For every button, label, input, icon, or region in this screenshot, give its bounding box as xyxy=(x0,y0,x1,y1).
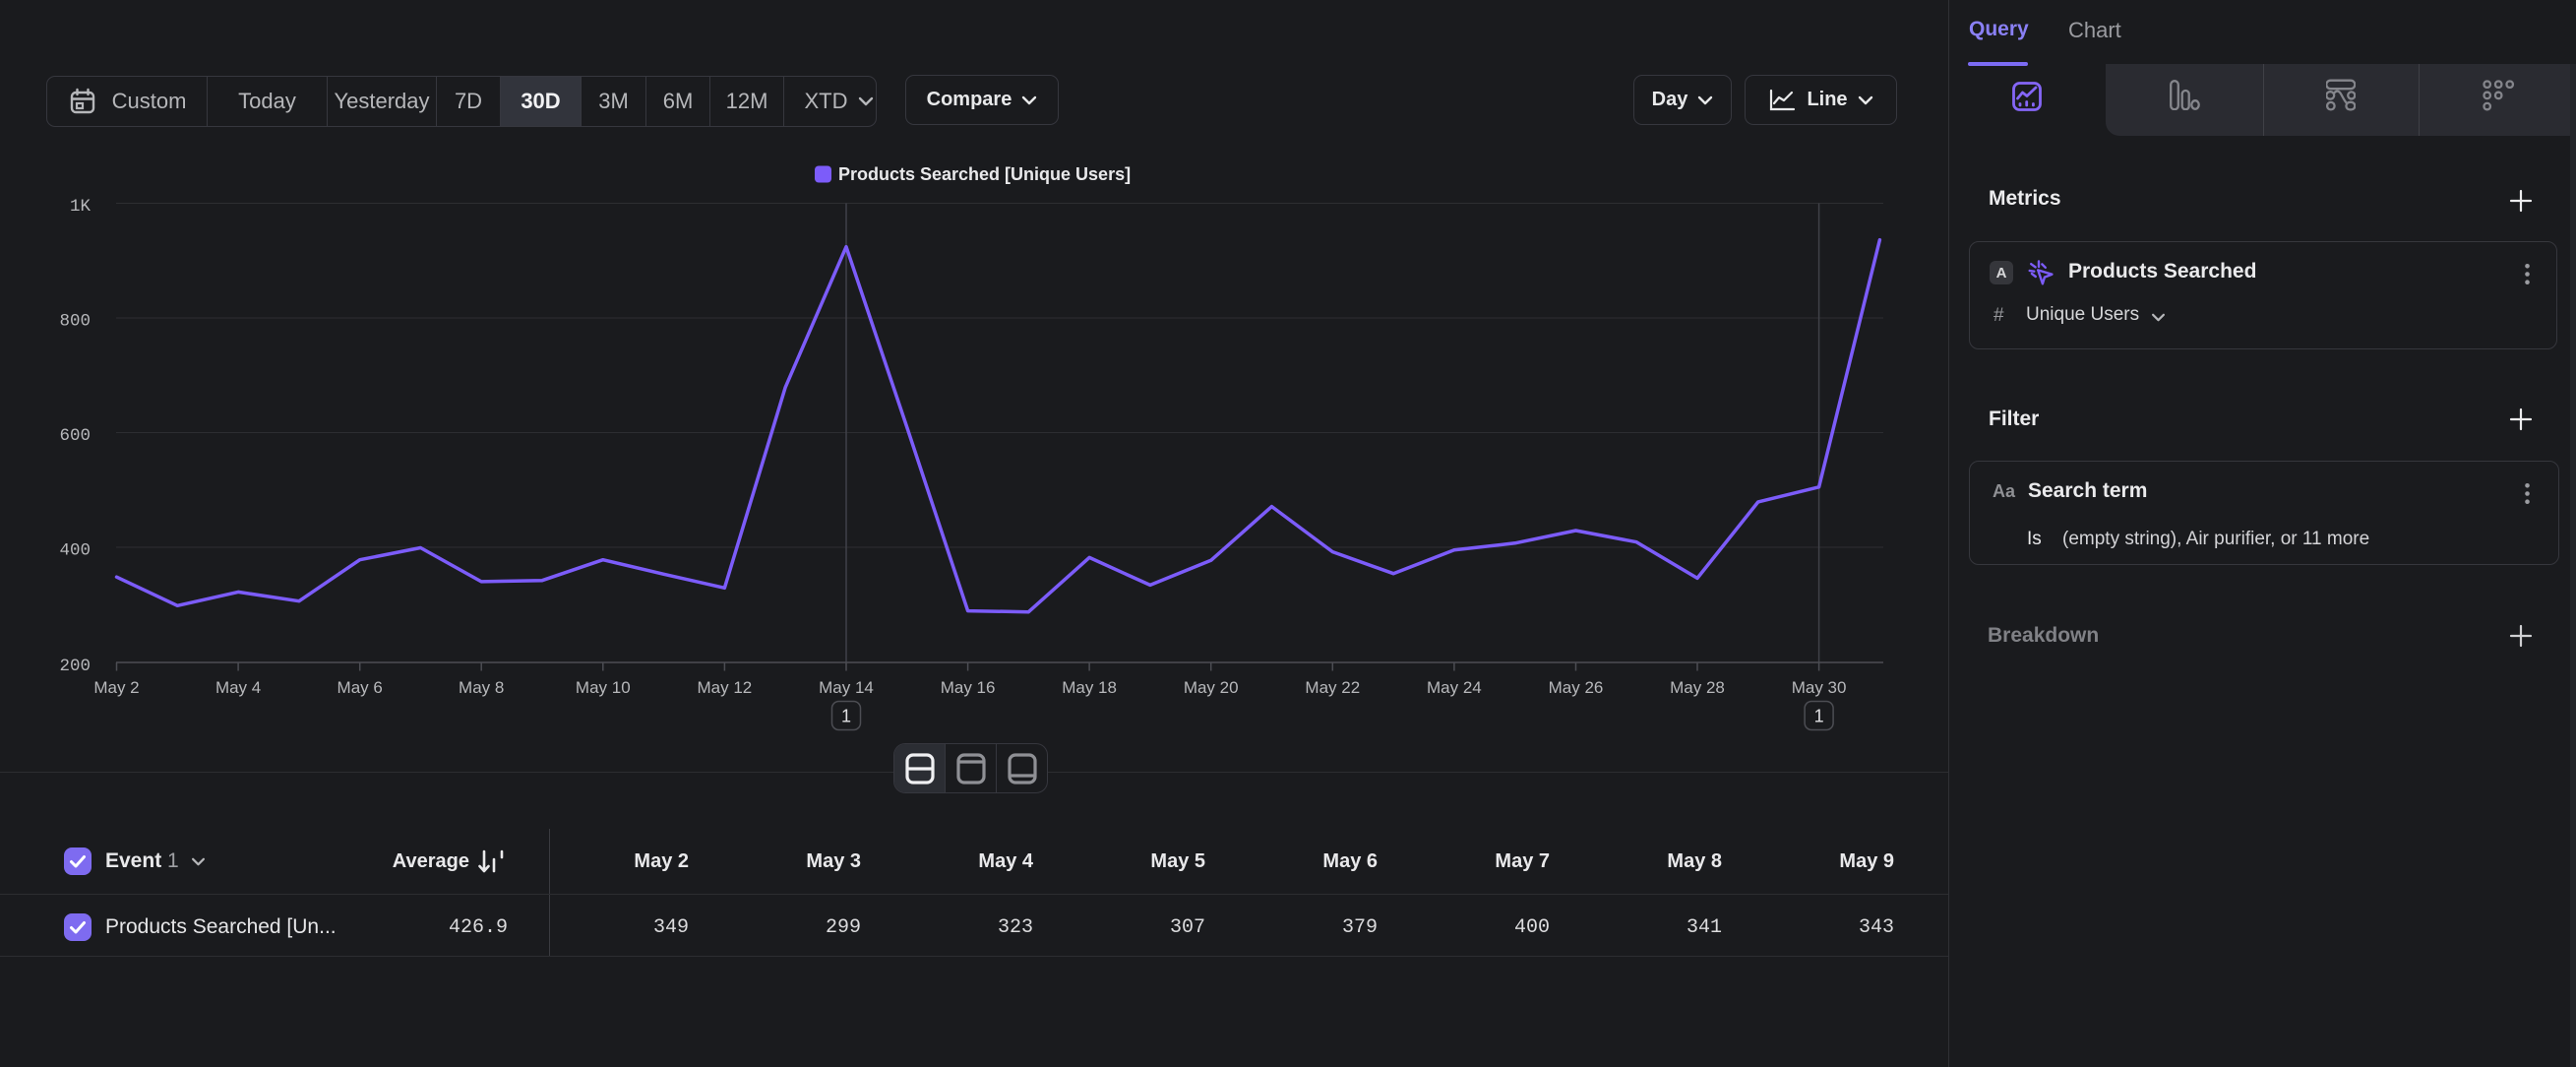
svg-text:May 6: May 6 xyxy=(337,678,383,697)
svg-text:May 28: May 28 xyxy=(1670,678,1725,697)
svg-text:400: 400 xyxy=(59,541,91,561)
svg-text:1K: 1K xyxy=(70,197,92,217)
svg-text:May 26: May 26 xyxy=(1549,678,1604,697)
svg-text:May 14: May 14 xyxy=(819,678,874,697)
svg-text:800: 800 xyxy=(59,312,91,332)
svg-text:1: 1 xyxy=(1814,707,1824,726)
svg-text:May 12: May 12 xyxy=(698,678,753,697)
svg-text:200: 200 xyxy=(59,657,91,676)
svg-text:May 2: May 2 xyxy=(93,678,139,697)
svg-text:May 8: May 8 xyxy=(459,678,504,697)
svg-text:May 18: May 18 xyxy=(1062,678,1117,697)
svg-text:May 10: May 10 xyxy=(576,678,631,697)
svg-text:1: 1 xyxy=(841,707,851,726)
svg-text:May 20: May 20 xyxy=(1184,678,1239,697)
svg-text:May 4: May 4 xyxy=(215,678,261,697)
svg-text:May 22: May 22 xyxy=(1305,678,1360,697)
svg-text:May 24: May 24 xyxy=(1427,678,1482,697)
svg-text:May 16: May 16 xyxy=(941,678,996,697)
svg-text:Products Searched [Unique User: Products Searched [Unique Users] xyxy=(838,164,1131,184)
svg-text:May 30: May 30 xyxy=(1792,678,1847,697)
svg-text:600: 600 xyxy=(59,426,91,446)
